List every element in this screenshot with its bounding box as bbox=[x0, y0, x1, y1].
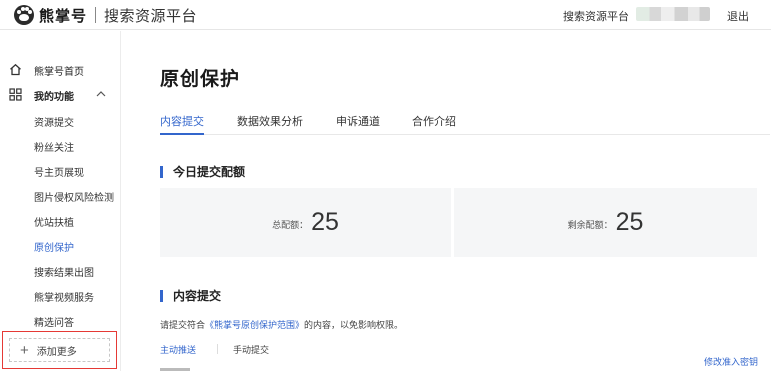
chevron-up-icon[interactable] bbox=[96, 90, 106, 98]
add-more-button[interactable]: + 添加更多 bbox=[9, 338, 110, 362]
section-title-content-submit: 内容提交 bbox=[160, 290, 221, 302]
sidebar: 熊掌号首页 我的功能 资源提交 粉丝关注 号主页展现 图片侵权风险检测 优站扶植… bbox=[0, 31, 121, 371]
sidebar-group-label: 我的功能 bbox=[34, 91, 74, 103]
tab-bar: 内容提交 数据效果分析 申诉通道 合作介绍 bbox=[160, 111, 770, 135]
paw-logo-icon bbox=[14, 5, 34, 25]
submit-notice: 请提交符合《熊掌号原创保护范围》的内容，以免影响权限。 bbox=[160, 318, 403, 331]
page-title: 原创保护 bbox=[160, 69, 241, 90]
grid-icon bbox=[9, 88, 22, 101]
subtab-active-push[interactable]: 主动推送 bbox=[160, 343, 196, 356]
sidebar-item-homepage-display[interactable]: 号主页展现 bbox=[34, 164, 84, 179]
user-account[interactable] bbox=[636, 7, 710, 21]
sidebar-item-qa[interactable]: 精选问答 bbox=[34, 314, 74, 329]
sidebar-item-site-support[interactable]: 优站扶植 bbox=[34, 214, 74, 229]
platform-link[interactable]: 搜索资源平台 bbox=[563, 8, 629, 24]
sidebar-item-resource-submit[interactable]: 资源提交 bbox=[34, 114, 74, 129]
logo-divider bbox=[95, 7, 97, 23]
sidebar-item-fans[interactable]: 粉丝关注 bbox=[34, 139, 74, 154]
add-more-label: 添加更多 bbox=[36, 346, 77, 358]
total-quota-card: 总配额： 25 bbox=[160, 188, 451, 257]
tab-appeal[interactable]: 申诉通道 bbox=[336, 113, 380, 135]
home-icon bbox=[10, 63, 21, 76]
top-header: 熊掌号 搜索资源平台 搜索资源平台 退出 bbox=[0, 0, 771, 30]
logout-link[interactable]: 退出 bbox=[727, 8, 749, 24]
tab-data-analysis[interactable]: 数据效果分析 bbox=[237, 113, 303, 135]
remaining-quota-card: 剩余配额： 25 bbox=[454, 188, 757, 257]
sidebar-item-image-risk[interactable]: 图片侵权风险检测 bbox=[34, 189, 114, 204]
total-quota-label: 总配额： bbox=[272, 220, 309, 230]
sidebar-item-original-protection[interactable]: 原创保护 bbox=[34, 239, 74, 254]
quota-panel: 总配额： 25 剩余配额： 25 bbox=[160, 188, 757, 257]
remaining-quota-value: 25 bbox=[615, 208, 644, 236]
sidebar-group-my-functions[interactable]: 我的功能 bbox=[0, 85, 120, 105]
protection-scope-link[interactable]: 《熊掌号原创保护范围》 bbox=[205, 320, 304, 330]
notice-prefix: 请提交符合 bbox=[160, 320, 206, 330]
section-title-quota: 今日提交配额 bbox=[160, 166, 245, 178]
plus-icon: + bbox=[20, 341, 29, 359]
main-content: 原创保护 内容提交 数据效果分析 申诉通道 合作介绍 今日提交配额 总配额： 2… bbox=[121, 31, 771, 371]
tab-cooperation[interactable]: 合作介绍 bbox=[412, 113, 456, 135]
brand-logo[interactable]: 熊掌号 搜索资源平台 bbox=[14, 4, 197, 26]
sidebar-item-video-service[interactable]: 熊掌视频服务 bbox=[34, 289, 94, 304]
highlight-box: + 添加更多 bbox=[2, 331, 117, 369]
tab-content-submit[interactable]: 内容提交 bbox=[160, 113, 204, 135]
brand-subtitle: 搜索资源平台 bbox=[104, 7, 198, 25]
remaining-quota-label: 剩余配额： bbox=[567, 220, 613, 230]
sidebar-item-search-images[interactable]: 搜索结果出图 bbox=[34, 264, 94, 279]
notice-suffix: 的内容，以免影响权限。 bbox=[304, 320, 404, 330]
sidebar-item-home[interactable]: 熊掌号首页 bbox=[0, 60, 120, 80]
modify-key-link[interactable]: 修改准入密钥 bbox=[704, 355, 758, 368]
brand-name: 熊掌号 bbox=[39, 7, 88, 25]
subtab-divider bbox=[217, 344, 218, 354]
sidebar-item-label: 熊掌号首页 bbox=[34, 66, 84, 78]
total-quota-value: 25 bbox=[311, 208, 339, 236]
subtab-manual-submit[interactable]: 手动提交 bbox=[233, 343, 269, 356]
